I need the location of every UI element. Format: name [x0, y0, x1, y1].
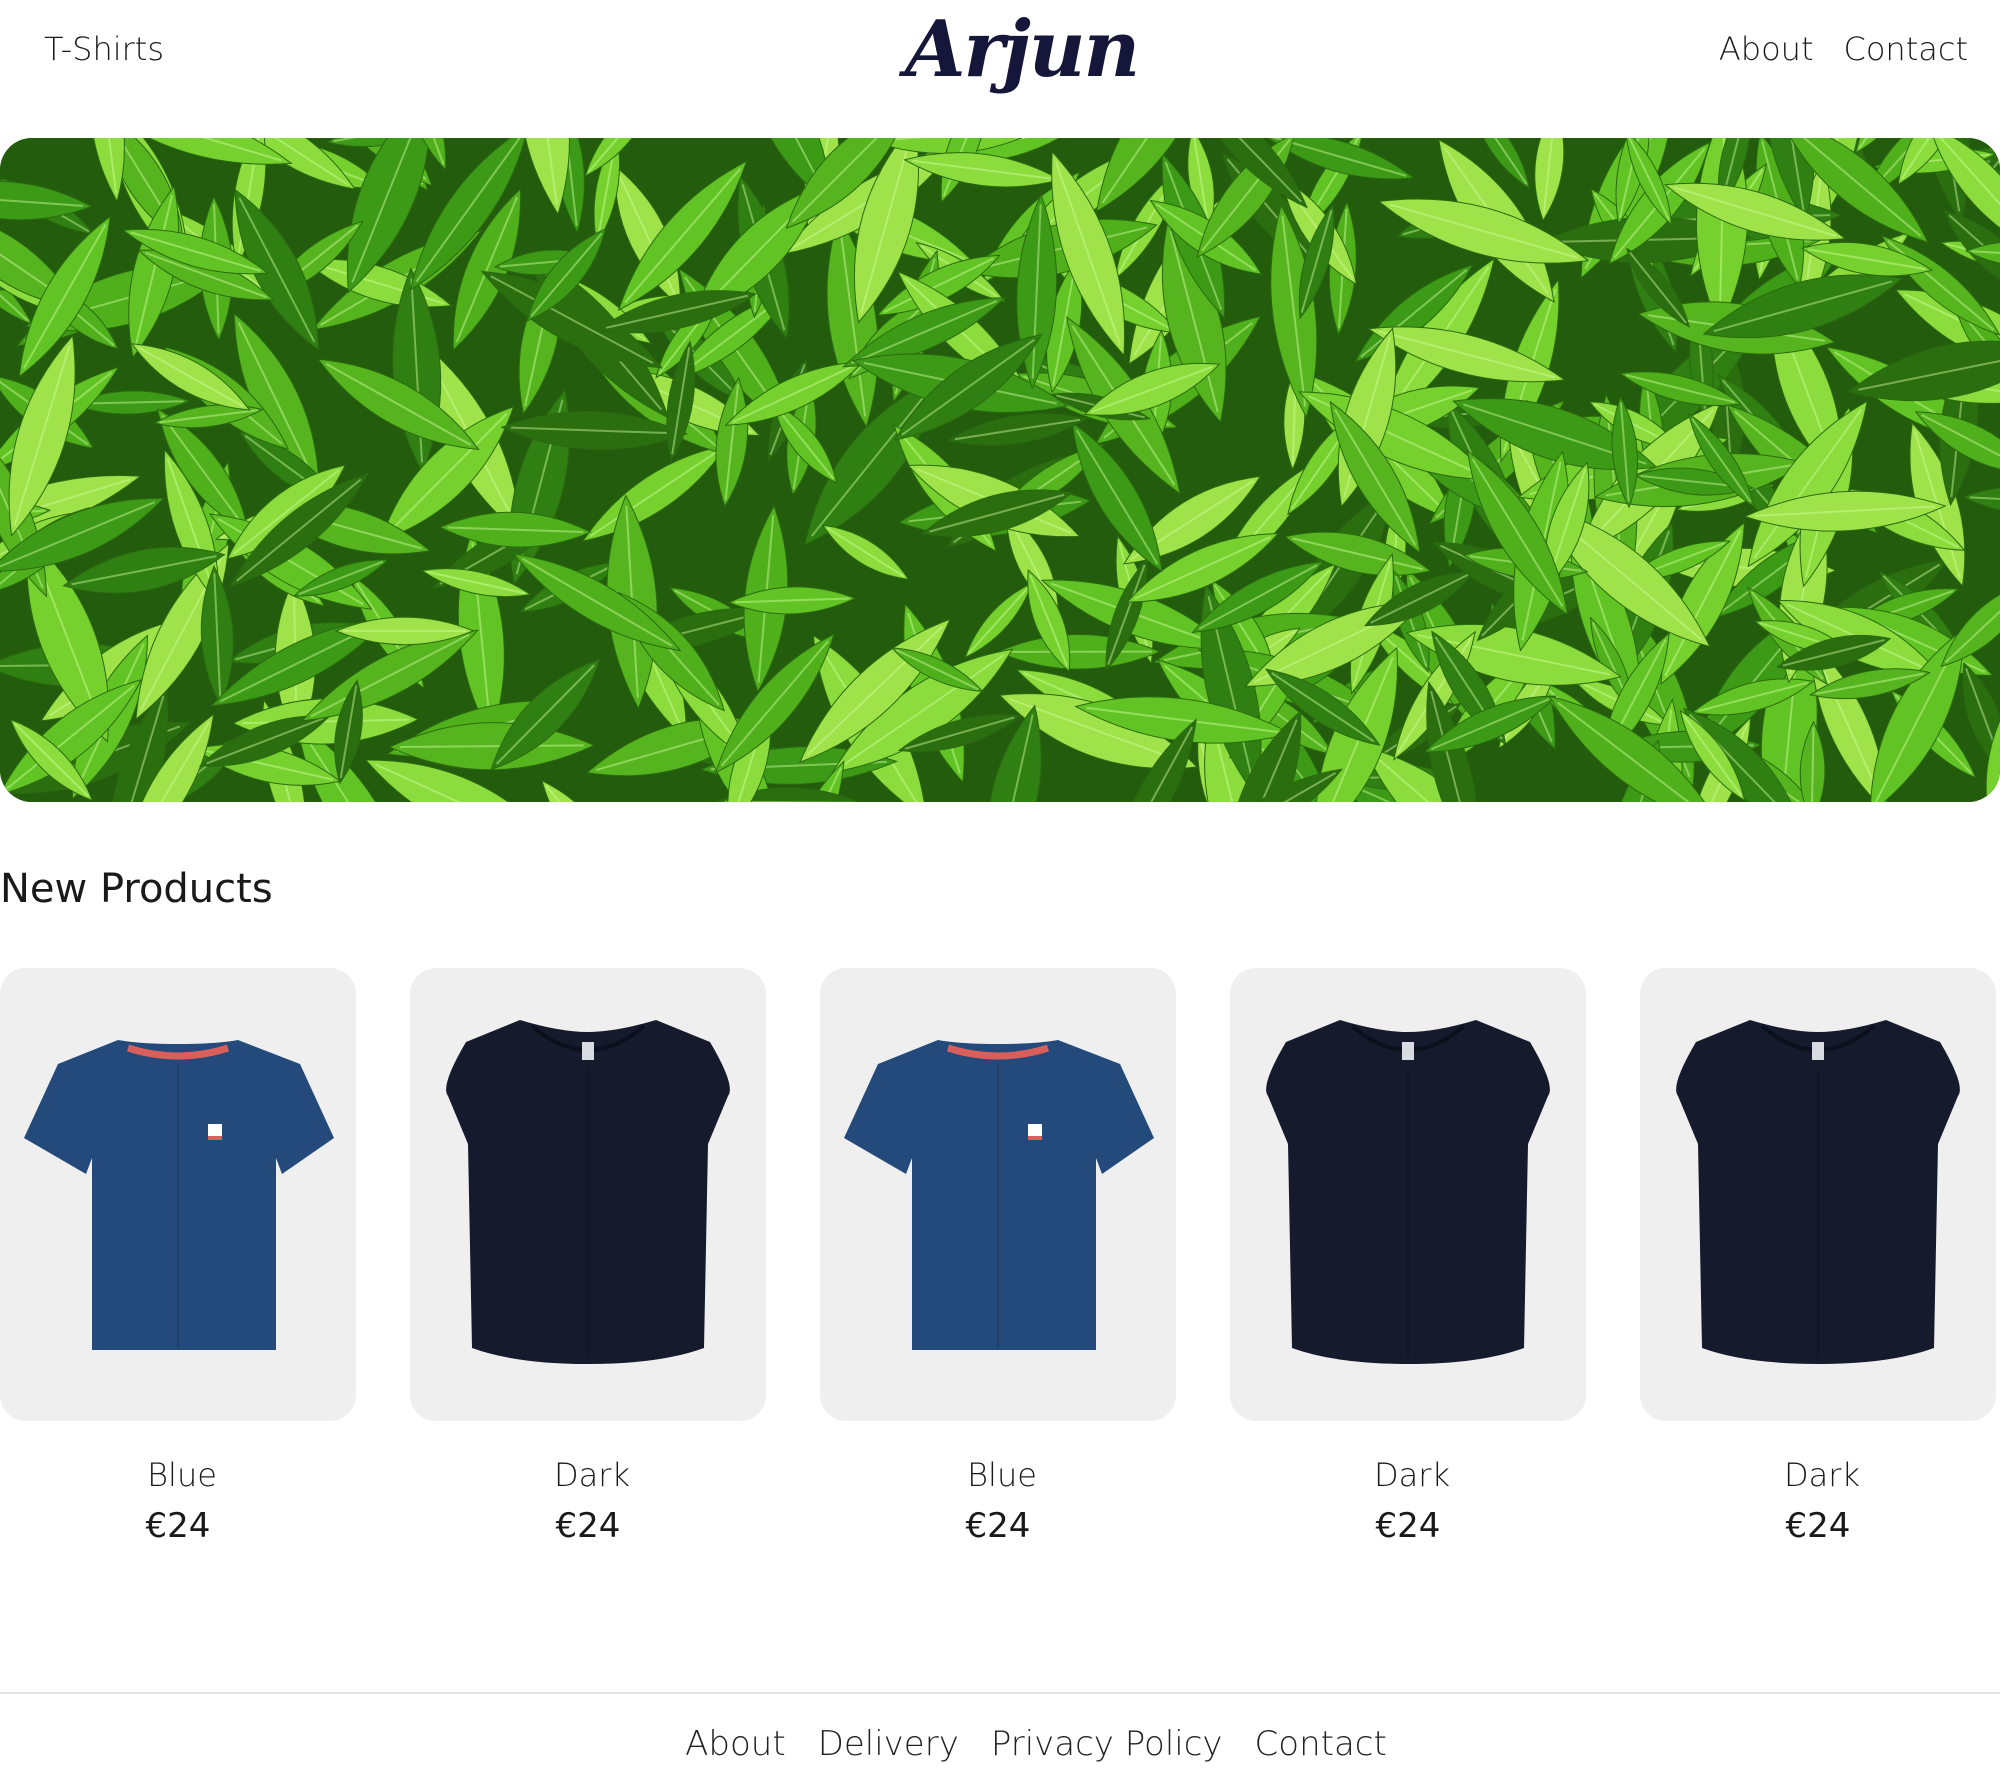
product-name[interactable]: Blue: [0, 1456, 364, 1494]
green-leaves-image: [0, 138, 2000, 802]
product-price: €24: [145, 1506, 211, 1546]
footer-privacy-policy-link[interactable]: Privacy Policy: [991, 1724, 1223, 1764]
footer-about-link[interactable]: About: [685, 1724, 786, 1764]
product-image[interactable]: [0, 968, 356, 1421]
product-name[interactable]: Dark: [1230, 1456, 1594, 1494]
product-name[interactable]: Dark: [410, 1456, 774, 1494]
header-nav: About Contact: [1719, 30, 1968, 68]
nav-about-link[interactable]: About: [1719, 30, 1814, 68]
product-price: €24: [1785, 1506, 1851, 1546]
product-image[interactable]: [1640, 968, 1996, 1421]
tshirt-image: [1266, 1020, 1550, 1364]
section-title: New Products: [0, 866, 273, 912]
hero-banner-image: [0, 138, 2000, 802]
product-card[interactable]: Dark €24: [410, 968, 766, 1546]
product-image[interactable]: [820, 968, 1176, 1421]
product-image[interactable]: [410, 968, 766, 1421]
product-price: €24: [555, 1506, 621, 1546]
site-header: T-Shirts Arjun About Contact: [0, 0, 2000, 120]
footer-delivery-link[interactable]: Delivery: [818, 1724, 959, 1764]
footer-contact-link[interactable]: Contact: [1255, 1724, 1387, 1764]
footer-nav: About Delivery Privacy Policy Contact: [0, 1724, 2000, 1764]
product-card[interactable]: Blue €24: [820, 968, 1176, 1546]
tshirt-image: [1676, 1020, 1960, 1364]
product-price: €24: [1375, 1506, 1441, 1546]
product-name[interactable]: Blue: [820, 1456, 1184, 1494]
product-price: €24: [965, 1506, 1031, 1546]
tshirt-image: [24, 1040, 334, 1350]
tshirt-image: [446, 1020, 730, 1364]
footer-divider: [0, 1692, 2000, 1694]
nav-contact-link[interactable]: Contact: [1844, 30, 1969, 68]
product-card[interactable]: Dark €24: [1640, 968, 1996, 1546]
brand-logo[interactable]: Arjun: [905, 4, 1140, 95]
product-card[interactable]: Blue €24: [0, 968, 356, 1546]
nav-tshirts-link[interactable]: T-Shirts: [44, 30, 164, 68]
product-image[interactable]: [1230, 968, 1586, 1421]
product-name[interactable]: Dark: [1640, 1456, 2000, 1494]
product-card[interactable]: Dark €24: [1230, 968, 1586, 1546]
tshirt-image: [844, 1040, 1154, 1350]
